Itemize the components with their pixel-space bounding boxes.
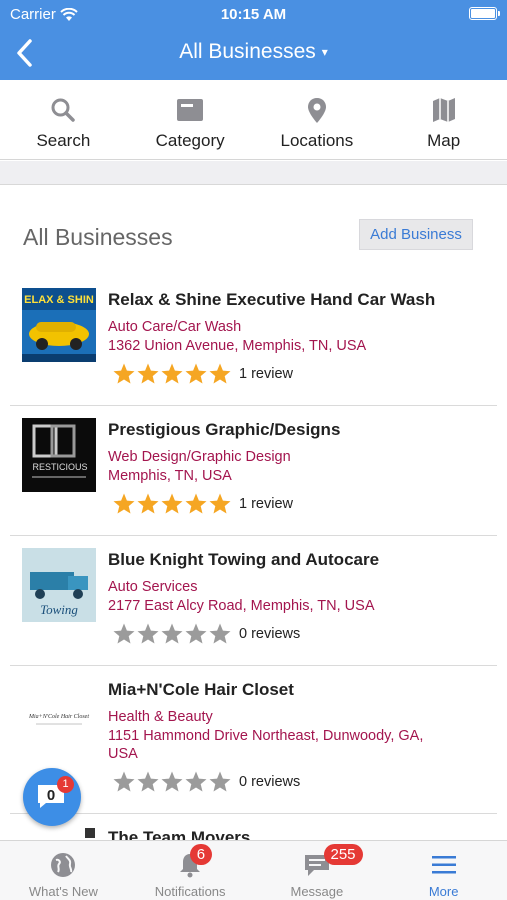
search-icon (51, 98, 76, 122)
star-icon (113, 363, 135, 384)
tab-message[interactable]: 255 Message (254, 841, 381, 900)
globe-icon (51, 853, 76, 877)
thumbnail-text: ELAX & SHIN (24, 294, 94, 306)
business-name[interactable]: Prestigious Graphic/Designs (108, 420, 340, 440)
filter-toolbar: Search Category Locations Map (0, 80, 507, 160)
menu-icon (431, 856, 456, 874)
business-address: 1362 Union Avenue, Memphis, TN, USA (108, 338, 367, 354)
business-name[interactable]: Blue Knight Towing and Autocare (108, 550, 379, 570)
tab-whats-new[interactable]: What's New (0, 841, 127, 900)
app-header: Carrier 10:15 AM All Businesses ▾ (0, 0, 507, 80)
thumbnail-text: Towing (40, 602, 78, 617)
star-icon (161, 363, 183, 384)
page-title[interactable]: All Businesses ▾ (0, 40, 507, 64)
notifications-badge: 6 (189, 844, 213, 865)
business-category: Web Design/Graphic Design (108, 449, 291, 465)
status-bar: Carrier 10:15 AM (0, 0, 507, 28)
business-list-item[interactable]: Mia+N'Cole Hair Closet Mia+N'Cole Hair C… (10, 666, 497, 814)
business-list-item[interactable]: ELAX & SHIN Relax & Shine Executive Hand… (10, 276, 497, 406)
search-tool-button[interactable]: Search (0, 80, 127, 159)
add-business-button[interactable]: Add Business (359, 219, 473, 250)
business-list: ELAX & SHIN Relax & Shine Executive Hand… (0, 276, 507, 854)
business-address: 2177 East Alcy Road, Memphis, TN, USA (108, 598, 375, 614)
star-icon (209, 363, 231, 384)
bottom-tab-bar: What's New 6 Notifications 255 Message M… (0, 840, 507, 900)
tab-label: Message (290, 884, 344, 899)
star-icon (185, 623, 207, 644)
star-icon (209, 493, 231, 514)
tab-label: What's New (28, 884, 98, 899)
category-tool-button[interactable]: Category (127, 80, 254, 159)
locations-tool-button[interactable]: Locations (254, 80, 381, 159)
tab-label: More (428, 884, 459, 899)
section-divider (0, 161, 507, 185)
star-icon (161, 623, 183, 644)
business-list-item[interactable]: RESTICIOUS Prestigious Graphic/Designs W… (10, 406, 497, 536)
star-rating (112, 770, 232, 794)
location-pin-icon (307, 98, 326, 123)
tab-notifications[interactable]: 6 Notifications (127, 841, 254, 900)
business-thumbnail: Mia+N'Cole Hair Closet (22, 678, 96, 752)
message-badge: 255 (323, 844, 363, 865)
status-time: 10:15 AM (220, 6, 287, 23)
tab-label: Notifications (154, 884, 226, 899)
locations-tool-label: Locations (280, 131, 354, 150)
category-tool-label: Category (155, 131, 225, 150)
chat-badge: 1 (57, 776, 74, 793)
business-category: Auto Services (108, 579, 198, 595)
star-icon (137, 363, 159, 384)
thumbnail-text: Mia+N'Cole Hair Closet (28, 714, 89, 720)
review-count: 1 review (239, 496, 293, 512)
review-count: 0 reviews (239, 774, 301, 790)
rating: 0 reviews (112, 622, 300, 646)
tab-more[interactable]: More (380, 841, 507, 900)
star-rating (112, 362, 232, 386)
business-address: 1151 Hammond Drive Northeast, Dunwoody, … (108, 728, 424, 762)
star-icon (161, 771, 183, 792)
search-tool-label: Search (36, 131, 91, 150)
page-title-label: All Businesses (179, 40, 316, 63)
star-icon (161, 493, 183, 514)
map-tool-label: Map (427, 131, 461, 150)
rating: 1 review (112, 362, 293, 386)
business-thumbnail (85, 828, 95, 838)
star-icon (185, 771, 207, 792)
business-thumbnail: ELAX & SHIN (22, 288, 96, 362)
star-icon (185, 493, 207, 514)
star-icon (137, 771, 159, 792)
map-tool-button[interactable]: Map (380, 80, 507, 159)
star-icon (137, 623, 159, 644)
star-rating (112, 622, 232, 646)
star-icon (185, 363, 207, 384)
star-rating (112, 492, 232, 516)
battery-icon (469, 7, 500, 20)
section-title: All Businesses (23, 224, 173, 250)
business-category: Auto Care/Car Wash (108, 319, 242, 335)
star-icon (113, 623, 135, 644)
star-icon (209, 771, 231, 792)
business-list-item[interactable]: Towing Blue Knight Towing and Autocare A… (10, 536, 497, 666)
star-icon (209, 623, 231, 644)
chat-floating-button[interactable]: 0 1 (23, 768, 81, 826)
category-icon (177, 99, 204, 121)
star-icon (113, 493, 135, 514)
star-icon (137, 493, 159, 514)
review-count: 1 review (239, 366, 293, 382)
nav-bar: All Businesses ▾ (0, 30, 507, 76)
star-icon (113, 771, 135, 792)
review-count: 0 reviews (239, 626, 301, 642)
business-address: Memphis, TN, USA (108, 468, 232, 484)
business-name[interactable]: Mia+N'Cole Hair Closet (108, 680, 294, 700)
thumbnail-text: RESTICIOUS (32, 462, 87, 472)
map-icon (432, 98, 455, 122)
rating: 1 review (112, 492, 293, 516)
dropdown-caret-icon: ▾ (321, 45, 328, 60)
business-thumbnail: RESTICIOUS (22, 418, 96, 492)
business-thumbnail: Towing (22, 548, 96, 622)
business-name[interactable]: Relax & Shine Executive Hand Car Wash (108, 290, 435, 310)
rating: 0 reviews (112, 770, 300, 794)
business-category: Health & Beauty (108, 709, 213, 725)
